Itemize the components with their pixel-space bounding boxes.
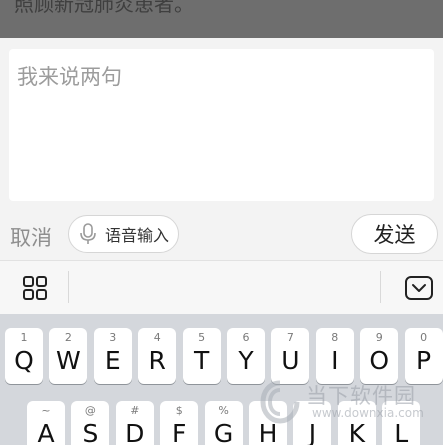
voice-input-label: 语音输入 [105, 226, 170, 245]
key-secondary-label: @ [84, 404, 96, 417]
voice-input-button[interactable]: 语音输入 [68, 215, 179, 253]
key-a[interactable]: ~ A [27, 401, 65, 445]
key-label: D [125, 419, 145, 445]
key-label: L [394, 419, 409, 445]
send-label: 发送 [373, 223, 416, 247]
key-q[interactable]: 1Q [5, 328, 43, 384]
key-h[interactable]: H [249, 401, 287, 445]
comment-composer: 我来说两句 取消 语音输入 发送 [0, 38, 443, 260]
dimmed-background: 照顾新冠肺炎患者。 [0, 0, 443, 38]
key-label: W [56, 346, 81, 375]
key-l[interactable]: L [382, 401, 421, 445]
microphone-icon [80, 223, 96, 244]
key-label: F [171, 419, 187, 445]
key-j[interactable]: J [293, 401, 332, 445]
key-secondary-label: 0 [420, 331, 428, 344]
key-label: G [213, 419, 234, 445]
key-label: Y [238, 346, 254, 375]
toolbar-divider [380, 271, 381, 303]
key-secondary-label: 9 [375, 331, 383, 344]
key-secondary-label: 4 [153, 331, 161, 344]
key-d[interactable]: # D [115, 401, 154, 445]
key-secondary-label: 1 [20, 331, 28, 344]
key-label: A [37, 419, 55, 445]
key-secondary-label: # [130, 404, 140, 417]
key-secondary-label: 3 [109, 331, 117, 344]
key-f[interactable]: $ F [160, 401, 199, 445]
key-secondary-label: 2 [64, 331, 72, 344]
key-label: Q [14, 346, 34, 375]
key-label: P [416, 346, 432, 375]
key-g[interactable]: % G [204, 401, 243, 445]
background-article-text: 照顾新冠肺炎患者。 [14, 0, 194, 16]
key-label: J [308, 419, 317, 445]
comment-placeholder: 我来说两句 [17, 65, 122, 89]
key-secondary-label: $ [175, 404, 183, 417]
key-o[interactable]: 9O [360, 328, 399, 384]
toolbar-divider [68, 271, 69, 303]
key-p[interactable]: 0P [404, 328, 443, 384]
key-k[interactable]: K [337, 401, 376, 445]
key-r[interactable]: 4R [138, 328, 177, 384]
key-label: E [104, 346, 121, 375]
key-y[interactable]: 6Y [227, 328, 265, 384]
key-s[interactable]: @ S [71, 401, 110, 445]
key-label: O [369, 346, 390, 375]
key-w[interactable]: 2W [49, 328, 88, 384]
key-secondary-label: 6 [242, 331, 250, 344]
keyboard-collapse-icon[interactable] [404, 275, 434, 301]
send-button[interactable]: 发送 [351, 214, 438, 254]
key-secondary-label: % [218, 404, 229, 417]
comment-input[interactable]: 我来说两句 [9, 49, 434, 201]
key-secondary-label: ~ [41, 404, 51, 417]
cancel-button[interactable]: 取消 [10, 222, 52, 252]
key-label: K [348, 419, 365, 445]
key-secondary-label: 7 [286, 331, 294, 344]
key-label: H [258, 419, 278, 445]
key-i[interactable]: 8I [315, 328, 354, 384]
key-t[interactable]: 5T [182, 328, 221, 384]
keyboard: 1Q2W3E4R5T6Y7U8I9O0P ~ A @ S # D $ F% G H J K L [0, 314, 443, 445]
key-secondary-label: 8 [331, 331, 339, 344]
key-label: U [281, 346, 300, 375]
key-label: T [193, 346, 210, 375]
key-e[interactable]: 3E [93, 328, 132, 384]
key-label: R [148, 346, 166, 375]
grid-apps-icon[interactable] [22, 275, 48, 301]
key-label: S [82, 419, 99, 445]
key-label: I [331, 346, 339, 375]
key-secondary-label: 5 [198, 331, 206, 344]
key-u[interactable]: 7U [271, 328, 310, 384]
keyboard-toolbar [0, 260, 443, 314]
